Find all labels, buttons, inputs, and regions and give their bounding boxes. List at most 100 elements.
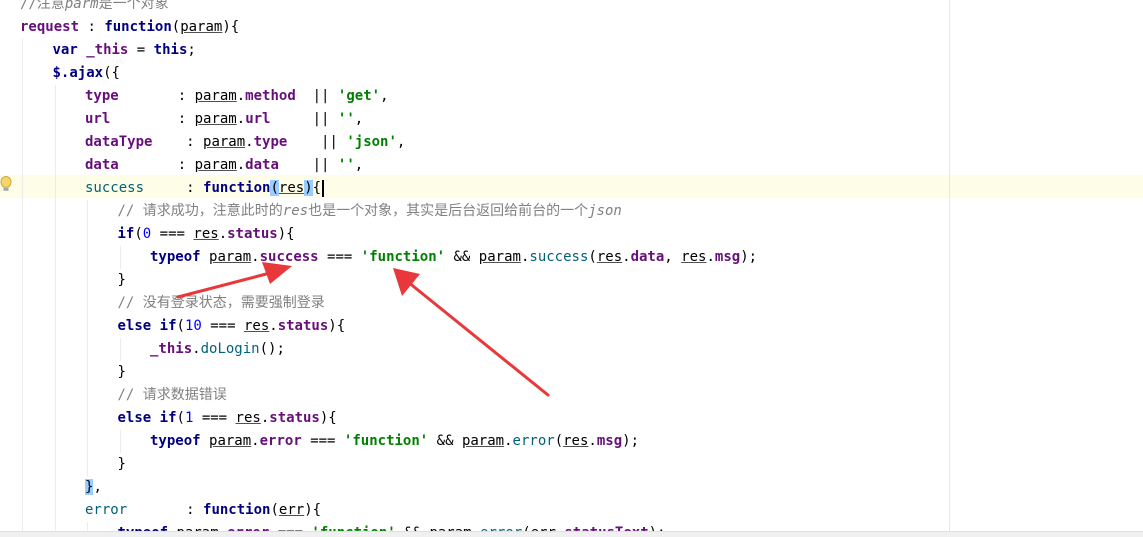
indent-guide <box>22 39 23 537</box>
code-line[interactable]: typeof param.success === 'function' && p… <box>150 246 757 269</box>
code-token: msg <box>596 433 623 449</box>
code-token: param <box>209 249 252 265</box>
code-token: 'function' <box>360 249 446 265</box>
code-token: ); <box>622 433 640 449</box>
code-line[interactable]: // 请求数据错误 <box>118 384 227 407</box>
code-token: , <box>396 134 406 150</box>
code-line[interactable]: url : param.url || '', <box>85 108 363 131</box>
horizontal-scrollbar[interactable] <box>0 531 1143 537</box>
code-token: dataType <box>85 134 153 150</box>
code-token: function <box>104 19 172 35</box>
code-token: , <box>380 88 389 104</box>
code-token: method <box>245 88 296 104</box>
code-token: : <box>127 502 204 518</box>
code-line[interactable]: data : param.data || '', <box>85 154 363 177</box>
code-token: _this <box>86 42 129 58</box>
code-line[interactable]: request : function(param){ <box>20 16 239 39</box>
code-token: === <box>151 226 194 242</box>
code-token: param <box>194 111 237 127</box>
code-token: } <box>117 272 126 288</box>
code-token: 'get' <box>337 88 381 104</box>
code-line[interactable]: }, <box>85 476 102 499</box>
code-token: else if <box>117 410 177 426</box>
code-token: ){ <box>222 19 240 35</box>
code-token: . <box>251 249 260 265</box>
code-token: ( <box>554 433 564 449</box>
code-token: ( <box>171 19 181 35</box>
code-line[interactable]: else if(10 === res.status){ <box>118 315 346 338</box>
code-token: status <box>227 226 278 242</box>
code-token: res <box>278 180 305 196</box>
code-token: error <box>512 433 555 449</box>
code-token: '' <box>337 111 355 127</box>
code-token: status <box>269 410 320 426</box>
code-token: , <box>354 157 364 173</box>
code-line[interactable]: // 请求成功，注意此时的res也是一个对象，其实是后台返回给前台的一个json <box>118 200 622 223</box>
code-token: : <box>118 88 195 104</box>
code-line[interactable]: } <box>118 269 126 292</box>
code-token: . <box>192 341 201 357</box>
code-token: ( <box>176 410 185 426</box>
text-caret <box>322 179 325 197</box>
code-token: . <box>236 88 246 104</box>
code-line[interactable]: // 没有登录状态，需要强制登录 <box>118 292 325 315</box>
code-line[interactable]: _this.doLogin(); <box>150 338 285 361</box>
code-token: ( <box>270 180 279 196</box>
code-line[interactable]: if(0 === res.status){ <box>118 223 295 246</box>
code-line[interactable]: $.ajax({ <box>53 62 120 85</box>
code-token: ){ <box>319 410 337 426</box>
code-token: res <box>282 203 309 219</box>
code-token: res <box>235 410 261 426</box>
indent-guide <box>119 430 121 453</box>
code-token: ( <box>270 502 279 518</box>
code-token: 也是一个对象，其实是后台返回给前台的一个 <box>308 203 589 219</box>
right-margin-guide <box>949 0 950 537</box>
code-line[interactable]: //注意parm是一个对象 <box>20 0 169 16</box>
code-token: success <box>529 249 589 265</box>
code-token: : <box>110 111 195 127</box>
code-token: doLogin <box>200 341 260 357</box>
code-token: ){ <box>277 226 295 242</box>
code-token: msg <box>714 249 741 265</box>
code-token: request <box>20 19 80 35</box>
code-line[interactable]: else if(1 === res.status){ <box>118 407 337 430</box>
code-line[interactable]: } <box>118 453 126 476</box>
lightbulb-icon[interactable] <box>0 174 14 194</box>
code-token: //注意 <box>20 0 65 12</box>
indent-guide <box>119 338 121 361</box>
code-token: function <box>203 180 271 196</box>
code-token: data <box>630 249 665 265</box>
code-token: (); <box>259 341 285 357</box>
code-token: : <box>144 180 204 196</box>
code-token: error <box>85 502 128 518</box>
code-token: param <box>180 19 223 35</box>
code-token: error <box>259 433 302 449</box>
code-token: '' <box>337 157 355 173</box>
code-line[interactable]: dataType : param.type || 'json', <box>85 131 405 154</box>
code-token: if <box>117 226 135 242</box>
code-line[interactable]: typeof param.error === 'function' && par… <box>150 430 639 453</box>
code-token: 0 <box>142 226 152 242</box>
code-token: success <box>259 249 319 265</box>
code-token: && <box>445 249 479 265</box>
code-token: === <box>318 249 361 265</box>
code-token: || <box>278 157 338 173</box>
code-token: 'function' <box>343 433 429 449</box>
code-editor[interactable]: //注意parm是一个对象 request : function(param){v… <box>0 0 1143 537</box>
code-token: url <box>245 111 271 127</box>
code-token: success <box>85 180 145 196</box>
code-token: typeof <box>150 249 210 265</box>
code-token: 'json' <box>346 134 397 150</box>
code-token: param <box>203 134 246 150</box>
code-line[interactable]: var _this = this; <box>53 39 196 62</box>
code-line[interactable]: type : param.method || 'get', <box>85 85 389 108</box>
code-line[interactable]: success : function(res){ <box>85 177 325 200</box>
code-token: || <box>295 88 338 104</box>
code-token: . <box>622 249 631 265</box>
code-token: json <box>588 203 622 219</box>
code-token: , <box>664 249 682 265</box>
code-line[interactable]: error : function(err){ <box>85 499 321 522</box>
code-token: . <box>706 249 715 265</box>
code-line[interactable]: } <box>118 361 126 384</box>
code-token: . <box>236 111 246 127</box>
